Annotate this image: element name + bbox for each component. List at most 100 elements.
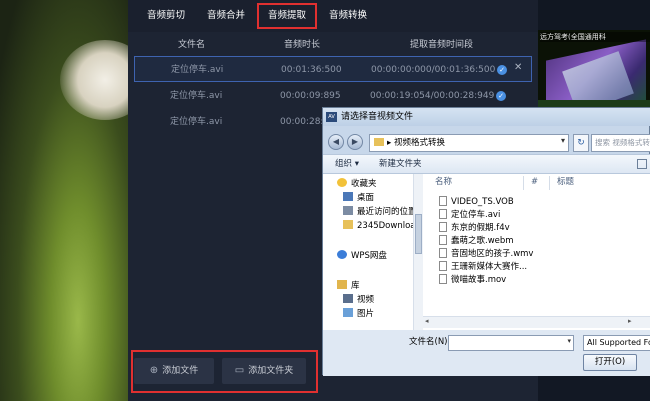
address-path: 视频格式转换	[393, 138, 445, 148]
address-bar[interactable]: ▸ 视频格式转换 ▾	[369, 134, 569, 152]
table-row[interactable]: 定位停车.avi 00:00:09:895 00:00:19:054/00:00…	[134, 83, 532, 109]
file-name: 微喵故事.mov	[451, 275, 507, 285]
nav-library-label: 库	[351, 281, 360, 291]
app-icon: AV	[326, 112, 337, 122]
scroll-right-icon[interactable]: ▸	[628, 317, 632, 325]
nav-wps-label: WPS网盘	[351, 251, 387, 261]
nav-pictures-label: 图片	[357, 309, 375, 319]
nav-pictures[interactable]: 图片	[343, 308, 374, 321]
picture-folder-icon	[343, 308, 353, 317]
filename-label: 文件名(N):	[409, 337, 451, 347]
forward-icon[interactable]: ▶	[347, 134, 363, 150]
dialog-title: 请选择音视频文件	[341, 112, 414, 122]
tab-audio-convert[interactable]: 音频转换	[324, 3, 372, 29]
file-icon	[439, 196, 447, 206]
chevron-down-icon[interactable]: ▾	[561, 136, 565, 145]
chevron-down-icon[interactable]: ▾	[567, 337, 571, 345]
column-name[interactable]: 名称	[435, 176, 452, 189]
file-icon	[439, 209, 447, 219]
preview-top-area	[538, 0, 650, 30]
file-name: 王珊新媒体大赛作...	[451, 262, 528, 272]
add-folder-button[interactable]: ▭ 添加文件夹	[222, 358, 306, 384]
dialog-bottom-bar: 文件名(N): ▾ All Supported Fo 打开(O)	[323, 330, 650, 376]
column-header-filename: 文件名	[178, 40, 206, 50]
row-duration: 00:01:36:500	[281, 65, 342, 75]
file-item[interactable]: 王珊新媒体大赛作...	[439, 261, 527, 274]
nav-library[interactable]: 库	[337, 280, 360, 293]
check-icon: ✓	[497, 65, 507, 75]
nav-favorites[interactable]: 收藏夹	[337, 178, 377, 191]
column-divider	[523, 176, 524, 190]
preview-caption: 远方驾考(全国通用科	[540, 32, 650, 42]
nav-wps[interactable]: WPS网盘	[337, 250, 387, 263]
file-item[interactable]: 定位停车.avi	[439, 209, 500, 222]
library-icon	[337, 280, 347, 289]
file-item[interactable]: 东京的假期.f4v	[439, 222, 510, 235]
remove-icon[interactable]: ✕	[514, 62, 522, 73]
organize-button[interactable]: 组织 ▾	[335, 158, 359, 171]
nav-recent-label: 最近访问的位置	[357, 207, 417, 217]
navigation-pane: 收藏夹 桌面 最近访问的位置 2345Downloads WPS网盘 库 视频 …	[323, 174, 425, 330]
column-divider	[549, 176, 550, 190]
file-list: 名称 # 标题 VIDEO_TS.VOB 定位停车.avi 东京的假期.f4v …	[423, 174, 650, 330]
desktop-icon	[343, 192, 353, 201]
column-header-range: 提取音频时间段	[410, 40, 474, 50]
nav-recent[interactable]: 最近访问的位置	[343, 206, 417, 219]
file-list-scrollbar[interactable]: ◂ ▸	[423, 316, 650, 328]
chevron-right-icon: ▸	[387, 138, 394, 148]
nav-videos[interactable]: 视频	[343, 294, 374, 307]
nav-videos-label: 视频	[357, 295, 375, 305]
file-name: 东京的假期.f4v	[451, 223, 510, 233]
video-folder-icon	[343, 294, 353, 303]
file-name: 定位停车.avi	[451, 210, 501, 220]
column-title[interactable]: 标题	[557, 176, 574, 189]
nav-desktop-label: 桌面	[357, 193, 375, 203]
add-file-button[interactable]: ⊕ 添加文件	[134, 358, 214, 384]
tab-audio-extract[interactable]: 音频提取	[257, 3, 317, 29]
search-placeholder: 搜索 视频格式转换	[595, 138, 650, 147]
tab-audio-cut[interactable]: 音频剪切	[142, 3, 190, 29]
tab-bar: 音频剪切 音频合并 音频提取 音频转换	[128, 0, 538, 32]
row-range: 00:00:19:054/00:00:28:949	[370, 91, 495, 101]
dialog-titlebar: AV 请选择音视频文件	[323, 108, 650, 126]
column-number[interactable]: #	[531, 176, 538, 189]
new-folder-button[interactable]: 新建文件夹	[379, 158, 422, 171]
row-filename: 定位停车.avi	[170, 117, 223, 127]
file-name: 蠢萌之歌.webm	[451, 236, 514, 246]
file-item[interactable]: 音固地区的孩子.wmv	[439, 248, 533, 261]
filename-input[interactable]: ▾	[448, 335, 574, 351]
back-icon[interactable]: ◀	[328, 134, 344, 150]
file-icon	[439, 261, 447, 271]
row-filename: 定位停车.avi	[170, 91, 223, 101]
nav-scrollbar[interactable]	[413, 174, 423, 330]
scrollbar-thumb[interactable]	[415, 214, 422, 254]
file-icon	[439, 222, 447, 232]
file-item[interactable]: 蠢萌之歌.webm	[439, 235, 514, 248]
file-type-filter[interactable]: All Supported Fo	[583, 335, 650, 351]
file-item[interactable]: VIDEO_TS.VOB	[439, 196, 514, 209]
tab-audio-merge[interactable]: 音频合并	[202, 3, 250, 29]
nav-desktop[interactable]: 桌面	[343, 192, 374, 205]
open-file-dialog: AV 请选择音视频文件 ◀ ▶ ▸ 视频格式转换 ▾ ↻ 搜索 视频格式转换 组…	[322, 107, 650, 376]
dialog-toolbar: 组织 ▾ 新建文件夹	[323, 154, 650, 174]
view-options-icon[interactable]	[637, 159, 647, 169]
row-filename: 定位停车.avi	[171, 65, 224, 75]
scroll-left-icon[interactable]: ◂	[425, 317, 429, 325]
dialog-navbar: ◀ ▶ ▸ 视频格式转换 ▾ ↻ 搜索 视频格式转换	[323, 126, 650, 154]
folder-icon	[343, 220, 353, 229]
file-icon	[439, 248, 447, 258]
folder-icon: ▭	[234, 365, 245, 376]
background-image	[0, 0, 150, 401]
row-range: 00:00:00:000/00:01:36:500	[371, 65, 496, 75]
check-icon: ✓	[496, 91, 506, 101]
star-icon	[337, 178, 347, 187]
table-row[interactable]: 定位停车.avi 00:01:36:500 00:00:00:000/00:01…	[134, 56, 532, 82]
folder-icon	[374, 138, 384, 146]
open-button[interactable]: 打开(O)	[583, 354, 637, 371]
search-input[interactable]: 搜索 视频格式转换	[591, 134, 650, 152]
refresh-icon[interactable]: ↻	[573, 134, 589, 152]
recent-places-icon	[343, 206, 353, 215]
add-folder-label: 添加文件夹	[248, 366, 294, 376]
file-item[interactable]: 微喵故事.mov	[439, 274, 506, 287]
column-header-duration: 音频时长	[284, 40, 321, 50]
